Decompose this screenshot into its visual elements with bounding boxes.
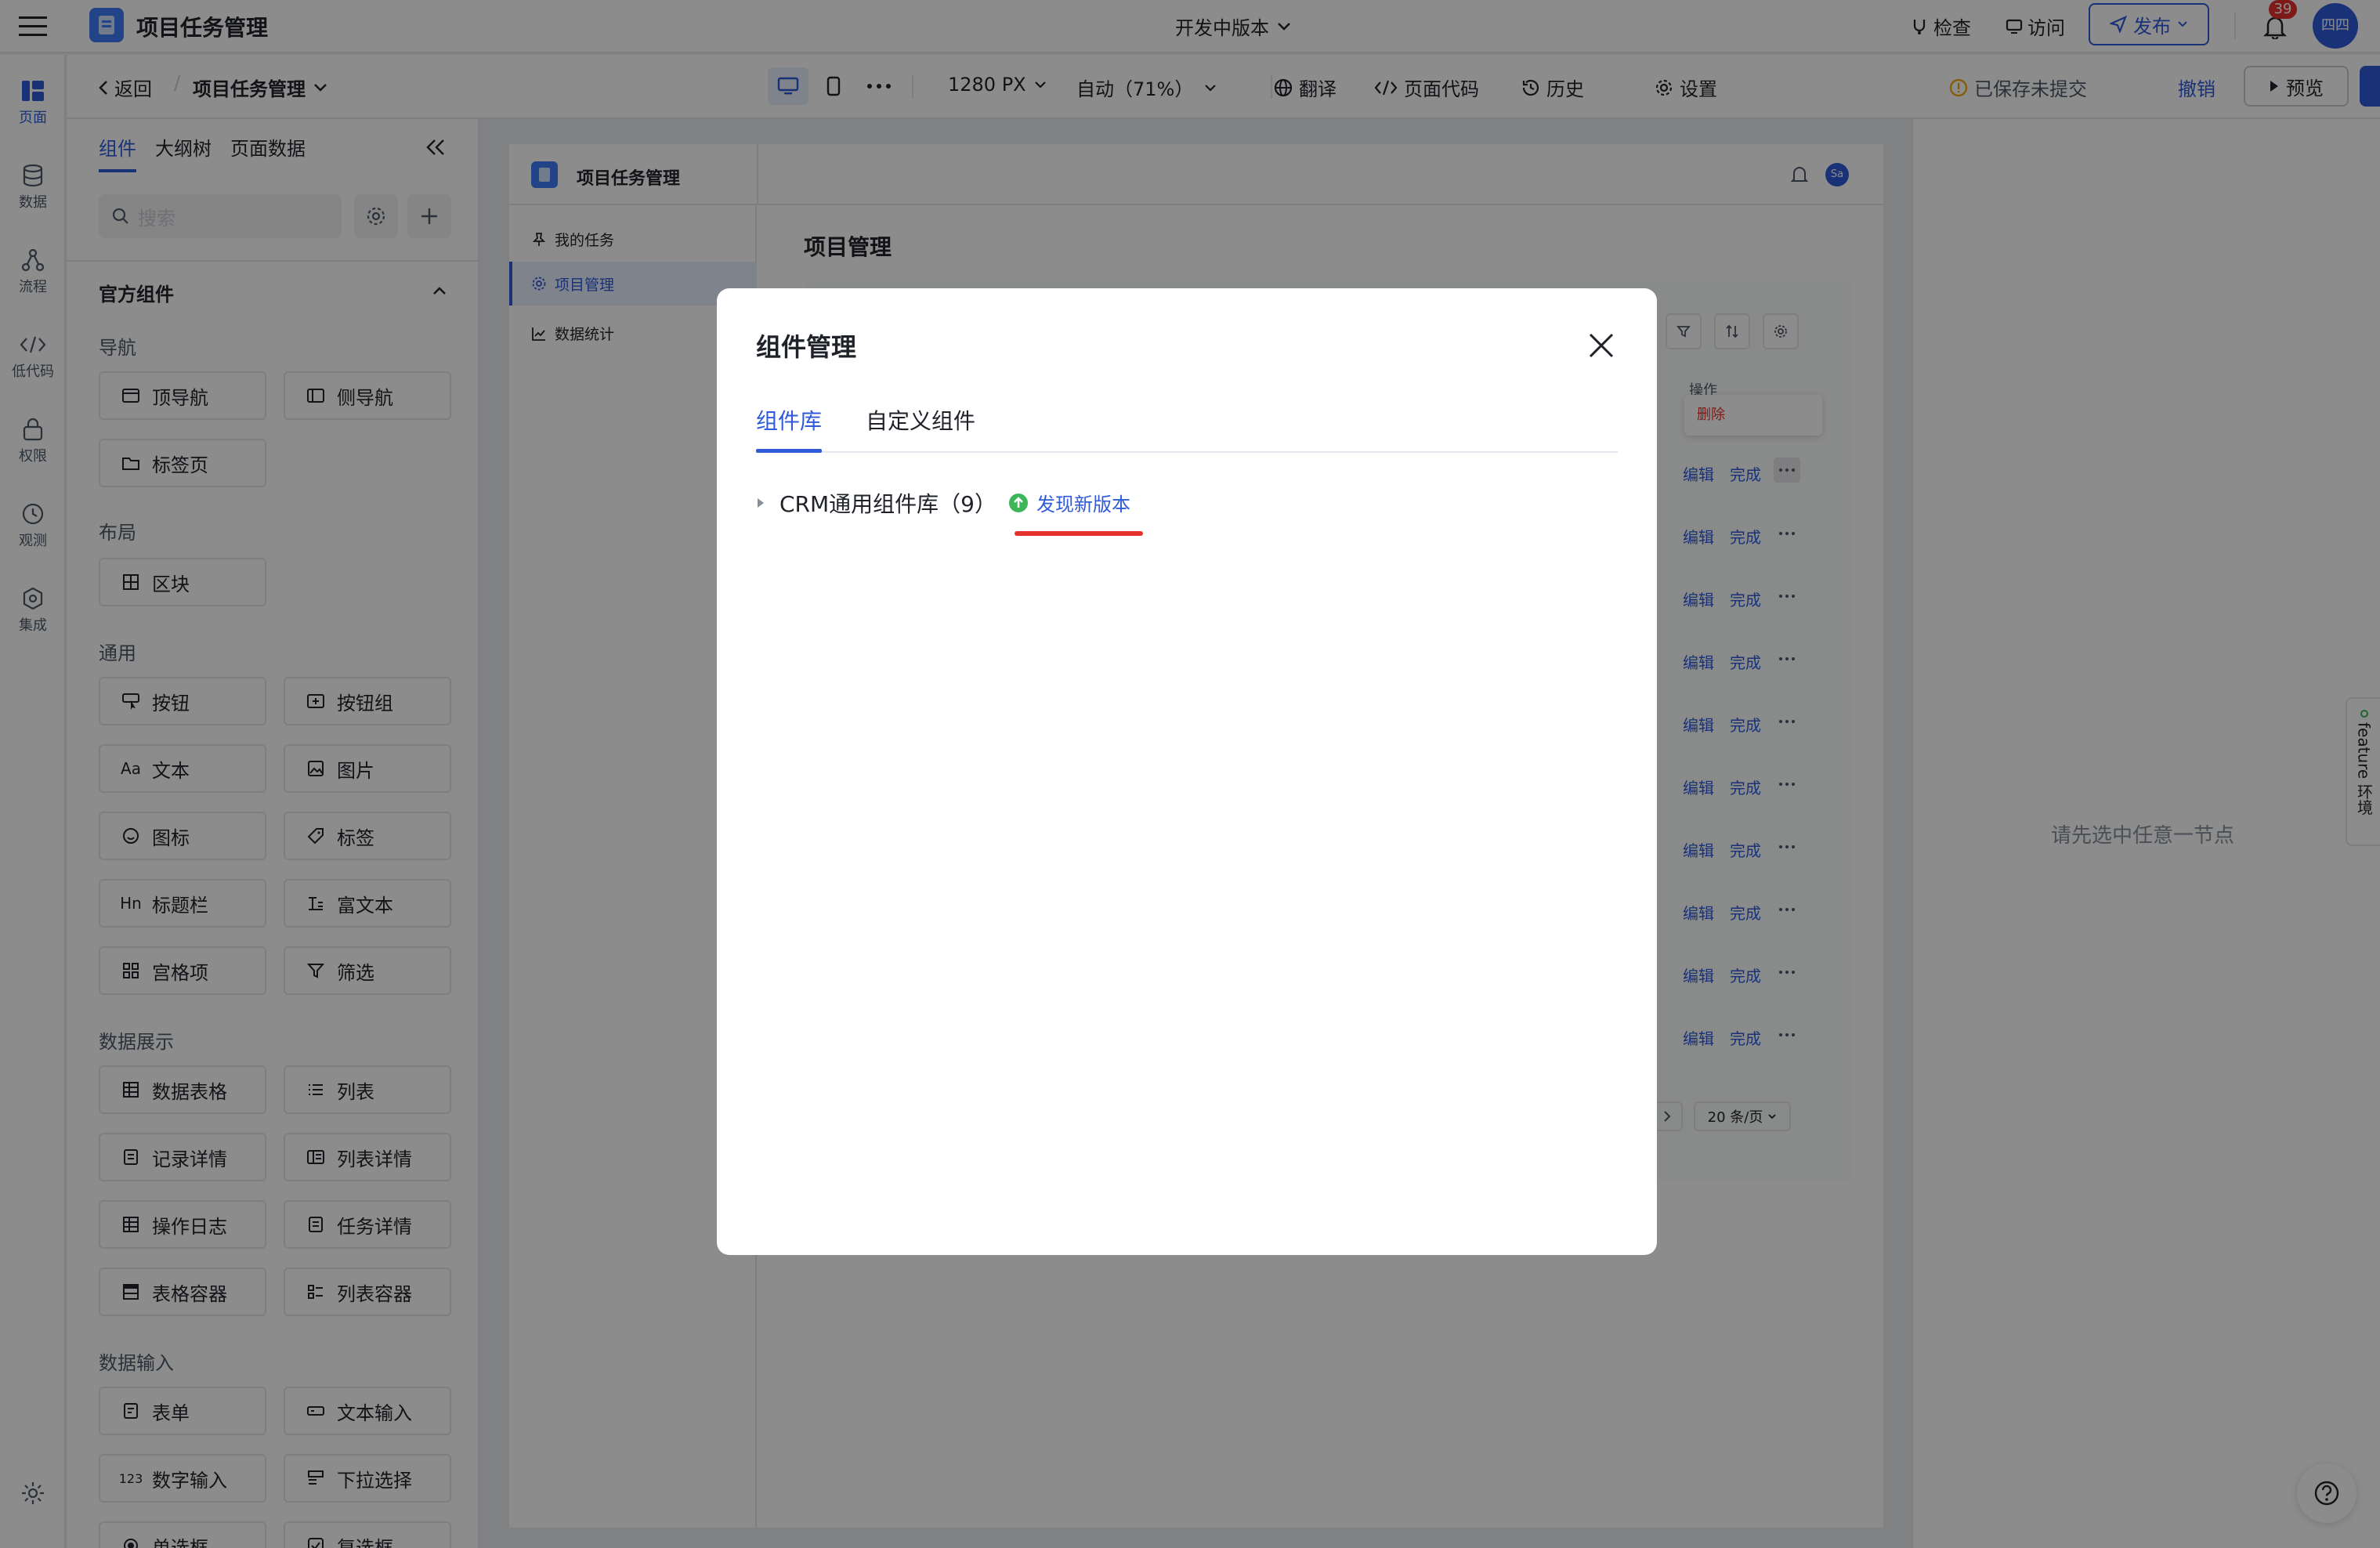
tabs-baseline — [756, 451, 1618, 453]
upgrade-icon — [1008, 493, 1029, 513]
highlight-underline — [1015, 531, 1143, 536]
library-name: CRM通用组件库（9） — [779, 491, 996, 517]
close-icon[interactable] — [1582, 326, 1621, 365]
caret-right-icon[interactable] — [756, 497, 765, 509]
component-manager-dialog: 组件管理 组件库 自定义组件 CRM通用组件库（9） 发现新版本 — [717, 288, 1657, 1255]
new-version-link[interactable]: 发现新版本 — [1008, 489, 1130, 516]
new-version-label: 发现新版本 — [1036, 494, 1130, 515]
tab-custom[interactable]: 自定义组件 — [866, 404, 975, 436]
library-row[interactable]: CRM通用组件库（9） — [756, 487, 996, 519]
active-tab-indicator — [756, 449, 822, 453]
tab-library[interactable]: 组件库 — [756, 404, 822, 436]
dialog-title: 组件管理 — [756, 332, 857, 362]
